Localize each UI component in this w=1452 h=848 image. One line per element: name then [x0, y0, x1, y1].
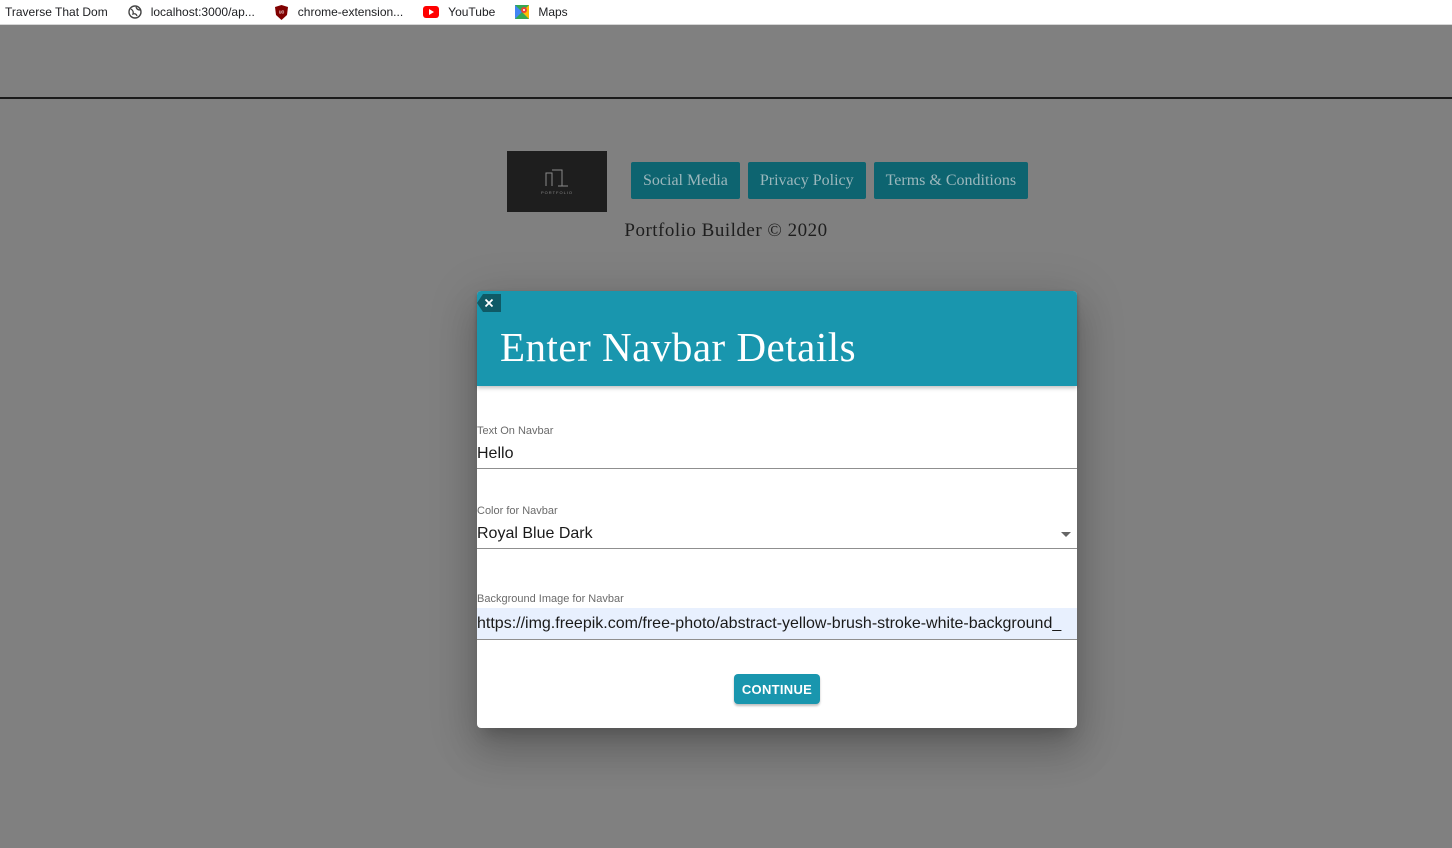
logo-word: PORTFOLIO: [540, 189, 574, 195]
field-underline: [477, 639, 1077, 640]
navbar-text-label: Text On Navbar: [477, 425, 554, 437]
background-image-input[interactable]: https://img.freepik.com/free-photo/abstr…: [477, 608, 1077, 639]
globe-icon: [128, 5, 142, 19]
navbar-color-select[interactable]: Royal Blue Dark: [477, 523, 1077, 545]
bookmark-label: YouTube: [448, 5, 496, 19]
dialog-header: Enter Navbar Details: [477, 291, 1077, 386]
youtube-icon: [423, 5, 440, 19]
navbar-details-dialog: Enter Navbar Details Text On Navbar Colo…: [477, 291, 1077, 728]
field-underline: [477, 468, 1077, 469]
bookmark-label: Traverse That Dom: [5, 5, 108, 19]
bookmarks-bar: Traverse That Dom localhost:3000/ap... u…: [0, 0, 1452, 25]
navbar-text-field: Text On Navbar: [477, 425, 1077, 469]
bookmark-label: chrome-extension...: [297, 5, 404, 19]
logo-mark-icon: [545, 169, 568, 186]
field-underline: [477, 548, 1077, 549]
terms-conditions-button[interactable]: Terms & Conditions: [873, 162, 1029, 199]
privacy-policy-button[interactable]: Privacy Policy: [747, 162, 866, 199]
social-media-button[interactable]: Social Media: [631, 162, 740, 199]
continue-button[interactable]: CONTINUE: [734, 674, 820, 704]
bookmark-maps[interactable]: Maps: [515, 5, 568, 19]
close-button[interactable]: [477, 294, 501, 312]
chevron-down-icon: [1061, 532, 1071, 537]
bookmark-traverse-that-dom[interactable]: Traverse That Dom: [5, 5, 108, 19]
bookmark-chrome-extension[interactable]: uo chrome-extension...: [275, 4, 404, 20]
bookmark-youtube[interactable]: YouTube: [423, 5, 495, 19]
copyright-text: Portfolio Builder © 2020: [624, 220, 828, 241]
svg-text:uo: uo: [279, 9, 285, 15]
background-image-label: Background Image for Navbar: [477, 593, 624, 605]
navbar-color-value: Royal Blue Dark: [477, 525, 593, 542]
bookmark-label: Maps: [538, 5, 568, 19]
maps-pin-icon: [515, 5, 530, 19]
background-image-field: Background Image for Navbar https://img.…: [477, 593, 1077, 640]
dialog-title: Enter Navbar Details: [500, 324, 857, 370]
bookmark-label: localhost:3000/ap...: [150, 5, 255, 19]
navbar-color-label: Color for Navbar: [477, 505, 558, 517]
close-icon: [484, 298, 494, 308]
portfolio-logo: PORTFOLIO: [507, 151, 607, 212]
bookmark-localhost[interactable]: localhost:3000/ap...: [128, 5, 255, 19]
navbar-color-field: Color for Navbar Royal Blue Dark: [477, 505, 1077, 549]
navbar-divider: [0, 97, 1452, 99]
ublock-shield-icon: uo: [275, 4, 289, 20]
navbar-text-input[interactable]: [477, 443, 1077, 465]
footer-links: Social Media Privacy Policy Terms & Cond…: [631, 162, 1036, 199]
